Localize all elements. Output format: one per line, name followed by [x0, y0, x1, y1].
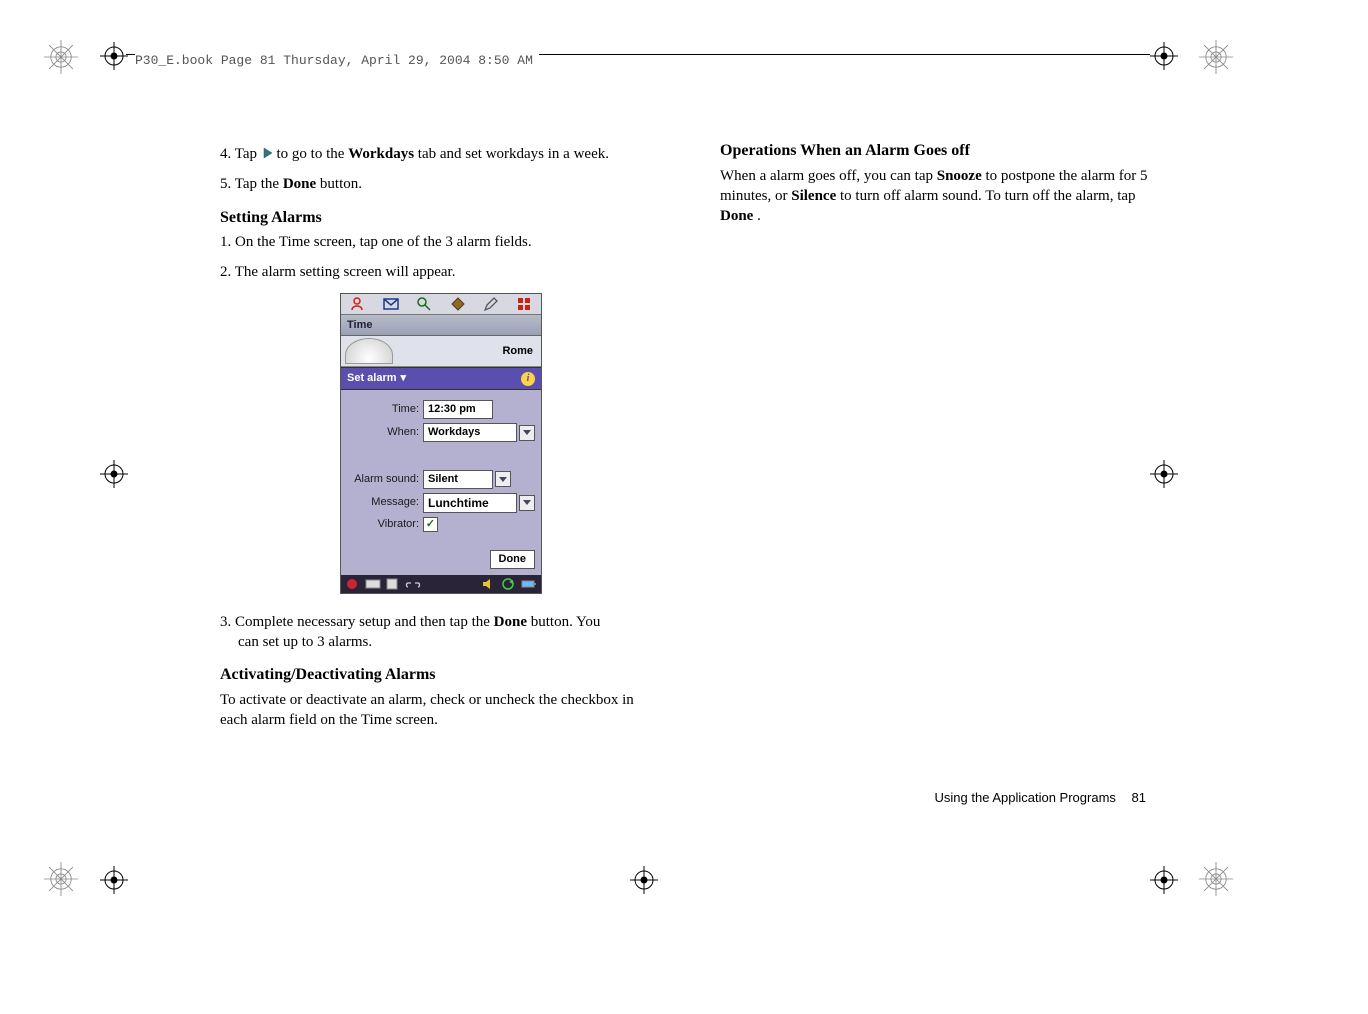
vibrator-checkbox[interactable]: ✓	[423, 517, 438, 532]
link-icon	[405, 577, 421, 591]
bold-text: Done	[494, 614, 527, 630]
speaker-icon[interactable]	[481, 577, 497, 591]
vibrator-label: Vibrator:	[347, 517, 423, 532]
status-dot-icon	[345, 577, 361, 591]
when-label: When:	[347, 425, 423, 440]
time-label: Time:	[347, 402, 423, 417]
left-column: 4. Tap to go to the Workdays tab and set…	[220, 140, 660, 740]
battery-icon	[521, 577, 537, 591]
done-button[interactable]: Done	[490, 550, 536, 569]
phone-title: Time	[341, 315, 541, 337]
diamond-icon[interactable]	[450, 296, 466, 312]
framemaker-banner: P30_E.book Page 81 Thursday, April 29, 2…	[135, 53, 539, 68]
registration-mark-icon	[44, 862, 78, 896]
step-4: 4. Tap to go to the Workdays tab and set…	[220, 144, 660, 164]
phone-top-toolbar	[341, 294, 541, 315]
heading-operations: Operations When an Alarm Goes off	[720, 140, 1160, 162]
text: 4. Tap	[220, 146, 261, 162]
crop-mark-icon	[100, 866, 128, 894]
phone-screenshot: Time Rome Set alarm ▾ i Time: 12:30 pm	[340, 293, 542, 594]
phone-bottom-bar	[341, 575, 541, 593]
page-number: 81	[1132, 790, 1146, 805]
city-label: Rome	[502, 344, 533, 359]
crop-mark-icon	[100, 42, 128, 70]
when-dropdown-icon[interactable]	[519, 425, 535, 441]
text: button. You	[531, 614, 601, 630]
text: When a alarm goes off, you can tap	[720, 168, 937, 184]
zoom-icon[interactable]	[416, 296, 432, 312]
text: to turn off alarm sound. To turn off the…	[840, 188, 1136, 204]
mail-icon[interactable]	[383, 296, 399, 312]
sound-field[interactable]: Silent	[423, 470, 493, 489]
registration-mark-icon	[1199, 40, 1233, 74]
right-column: Operations When an Alarm Goes off When a…	[720, 140, 1160, 740]
activating-body: To activate or deactivate an alarm, chec…	[220, 690, 660, 731]
crop-mark-icon	[1150, 42, 1178, 70]
sound-label: Alarm sound:	[347, 472, 423, 487]
setting-step-2: 2. The alarm setting screen will appear.	[220, 262, 660, 282]
bold-text: Done	[283, 176, 316, 192]
page-footer: Using the Application Programs 81	[935, 790, 1146, 805]
contacts-icon[interactable]	[350, 296, 366, 312]
text: tab and set workdays in a week.	[418, 146, 609, 162]
when-field[interactable]: Workdays	[423, 423, 517, 442]
clock-icon	[345, 338, 393, 364]
message-field[interactable]: Lunchtime	[423, 493, 517, 513]
crop-mark-icon	[100, 460, 128, 488]
bold-text: Done	[720, 208, 753, 224]
bold-text: Workdays	[348, 146, 414, 162]
task-icon[interactable]	[385, 577, 401, 591]
text: button.	[320, 176, 362, 192]
heading-activating: Activating/Deactivating Alarms	[220, 664, 660, 686]
registration-mark-icon	[1199, 862, 1233, 896]
message-dropdown-icon[interactable]	[519, 495, 535, 511]
setting-step-1: 1. On the Time screen, tap one of the 3 …	[220, 232, 660, 252]
set-alarm-menu[interactable]: Set alarm ▾ i	[341, 367, 541, 390]
apps-icon[interactable]	[516, 296, 532, 312]
message-label: Message:	[347, 495, 423, 510]
text: to go to the	[277, 146, 349, 162]
text: 5. Tap the	[220, 176, 283, 192]
refresh-icon[interactable]	[501, 577, 517, 591]
step-5: 5. Tap the Done button.	[220, 174, 660, 194]
set-alarm-label: Set alarm	[347, 371, 397, 386]
text: 3. Complete necessary setup and then tap…	[220, 614, 494, 630]
setting-step-3: 3. Complete necessary setup and then tap…	[220, 612, 660, 653]
heading-setting-alarms: Setting Alarms	[220, 207, 660, 229]
keyboard-icon[interactable]	[365, 577, 381, 591]
phone-world-row: Rome	[341, 336, 541, 367]
bold-text: Snooze	[937, 168, 982, 184]
dropdown-icon: ▾	[401, 371, 407, 386]
sound-dropdown-icon[interactable]	[495, 471, 511, 487]
pen-icon[interactable]	[483, 296, 499, 312]
text: can set up to 3 alarms.	[238, 632, 660, 652]
bold-text: Silence	[791, 188, 836, 204]
crop-mark-icon	[1150, 866, 1178, 894]
text: .	[757, 208, 761, 224]
operations-body: When a alarm goes off, you can tap Snooz…	[720, 166, 1160, 227]
play-arrow-icon	[261, 145, 273, 157]
alarm-form: Time: 12:30 pm When: Workdays Alarm soun…	[341, 390, 541, 546]
crop-mark-icon	[630, 866, 658, 894]
registration-mark-icon	[44, 40, 78, 74]
footer-section: Using the Application Programs	[935, 790, 1116, 805]
time-field[interactable]: 12:30 pm	[423, 400, 493, 419]
info-icon[interactable]: i	[521, 372, 535, 386]
